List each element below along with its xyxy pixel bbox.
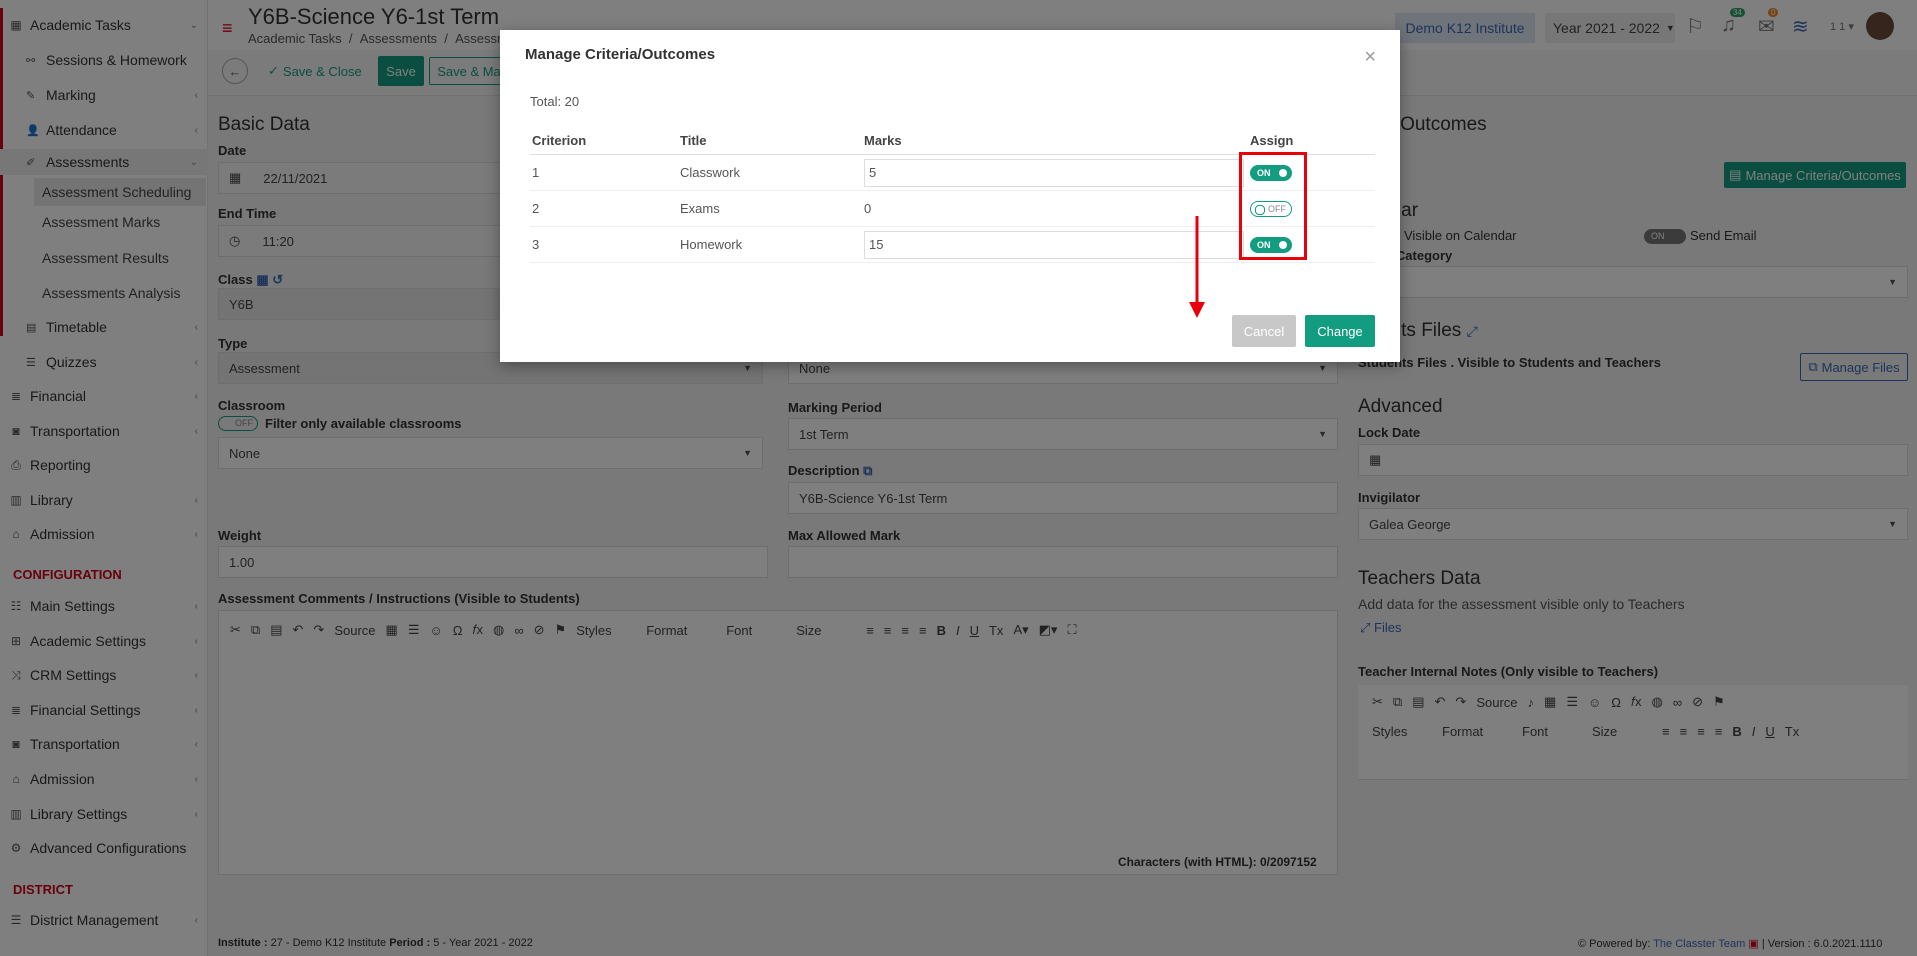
- criterion-cell: 2: [532, 201, 540, 216]
- annotation-arrow: [1189, 216, 1205, 318]
- col-marks: Marks: [864, 133, 902, 148]
- title-cell: Classwork: [680, 165, 740, 180]
- criterion-cell: 1: [532, 165, 540, 180]
- marks-cell: 0: [864, 201, 872, 216]
- manage-criteria-modal: Manage Criteria/Outcomes × Total: 20 Cri…: [500, 30, 1400, 362]
- modal-title: Manage Criteria/Outcomes: [525, 46, 716, 63]
- total-count: Total: 20: [530, 94, 580, 109]
- col-assign: Assign: [1250, 133, 1294, 148]
- close-icon[interactable]: ×: [1364, 46, 1376, 69]
- cancel-button[interactable]: Cancel: [1232, 315, 1296, 347]
- change-button[interactable]: Change: [1305, 315, 1375, 347]
- title-cell: Homework: [680, 237, 743, 252]
- col-title: Title: [680, 133, 707, 148]
- title-cell: Exams: [680, 201, 720, 216]
- annotation-highlight-box: [1239, 152, 1307, 260]
- marks-input[interactable]: 5: [864, 158, 1244, 187]
- criterion-cell: 3: [532, 237, 540, 252]
- col-criterion: Criterion: [532, 133, 587, 148]
